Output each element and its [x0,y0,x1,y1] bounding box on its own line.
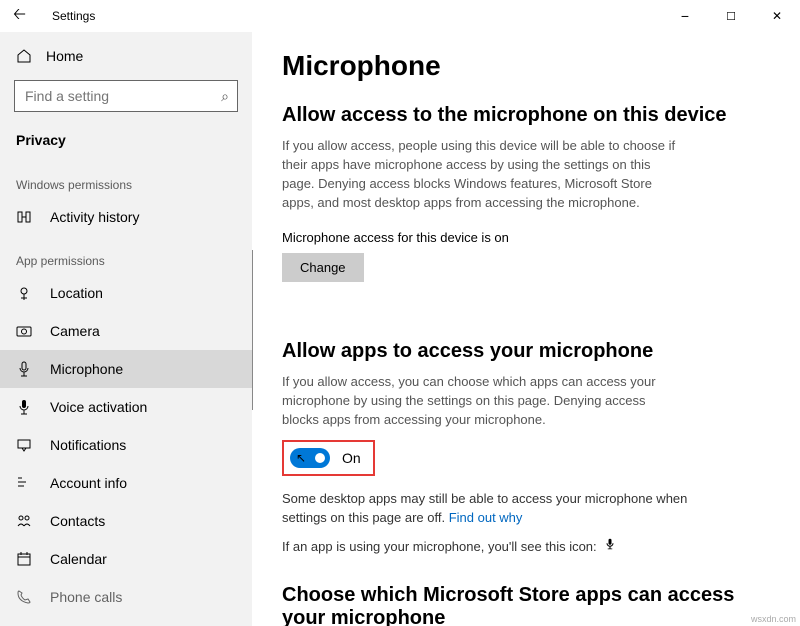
sidebar-item-notifications[interactable]: Notifications [0,426,252,464]
back-button[interactable]: 🡠 [5,0,34,34]
find-out-why-link[interactable]: Find out why [449,510,523,525]
sidebar-item-location[interactable]: Location [0,274,252,312]
contacts-icon [16,513,32,529]
group-header-windows-permissions: Windows permissions [0,160,252,198]
sidebar-item-label: Location [50,285,103,301]
sidebar-item-phone-calls[interactable]: Phone calls [0,578,252,616]
toggle-state-label: On [342,450,361,466]
page-title: Microphone [282,50,760,82]
device-access-status: Microphone access for this device is on [282,230,760,245]
home-label: Home [46,48,83,64]
search-box[interactable]: ⌕ [14,80,238,112]
microphone-icon [16,361,32,377]
sidebar-item-label: Voice activation [50,399,147,415]
sidebar-item-microphone[interactable]: Microphone [0,350,252,388]
titlebar: 🡠 Settings [0,0,800,32]
voice-icon [16,399,32,415]
section-header: Privacy [0,124,252,160]
sidebar-item-contacts[interactable]: Contacts [0,502,252,540]
camera-icon [16,323,32,339]
location-icon [16,285,32,301]
sidebar-item-label: Calendar [50,551,107,567]
notifications-icon [16,437,32,453]
phone-icon [16,589,32,605]
microphone-indicator-icon [604,538,616,554]
scroll-indicator [252,250,253,410]
minimize-button[interactable] [662,0,708,32]
sidebar-item-activity-history[interactable]: Activity history [0,198,252,236]
window-title: Settings [52,9,95,23]
sidebar-item-label: Camera [50,323,100,339]
change-button[interactable]: Change [282,253,364,282]
desktop-apps-note: Some desktop apps may still be able to a… [282,490,702,528]
sidebar-item-label: Contacts [50,513,105,529]
sidebar-item-camera[interactable]: Camera [0,312,252,350]
home-icon [16,48,32,64]
activity-icon [16,209,32,225]
section2-desc: If you allow access, you can choose whic… [282,373,682,430]
sidebar-item-label: Microphone [50,361,123,377]
maximize-button[interactable] [708,0,754,32]
allow-apps-toggle[interactable] [290,448,330,468]
allow-apps-toggle-highlight: ↖ On [282,440,375,476]
sidebar-item-label: Activity history [50,209,139,225]
watermark: wsxdn.com [751,614,796,624]
section3-heading: Choose which Microsoft Store apps can ac… [282,584,760,626]
home-nav[interactable]: Home [0,40,252,72]
mic-in-use-text: If an app is using your microphone, you'… [282,536,702,557]
sidebar-item-label: Account info [50,475,127,491]
sidebar-item-voice-activation[interactable]: Voice activation [0,388,252,426]
search-icon: ⌕ [221,88,229,105]
sidebar-item-label: Notifications [50,437,126,453]
calendar-icon [16,551,32,567]
sidebar-item-account-info[interactable]: Account info [0,464,252,502]
sidebar-item-calendar[interactable]: Calendar [0,540,252,578]
search-input[interactable] [15,88,237,104]
section1-heading: Allow access to the microphone on this d… [282,104,760,127]
close-button[interactable] [754,0,800,32]
group-header-app-permissions: App permissions [0,236,252,274]
section1-desc: If you allow access, people using this d… [282,137,682,212]
sidebar-item-label: Phone calls [50,589,122,605]
account-icon [16,475,32,491]
section2-heading: Allow apps to access your microphone [282,340,760,363]
